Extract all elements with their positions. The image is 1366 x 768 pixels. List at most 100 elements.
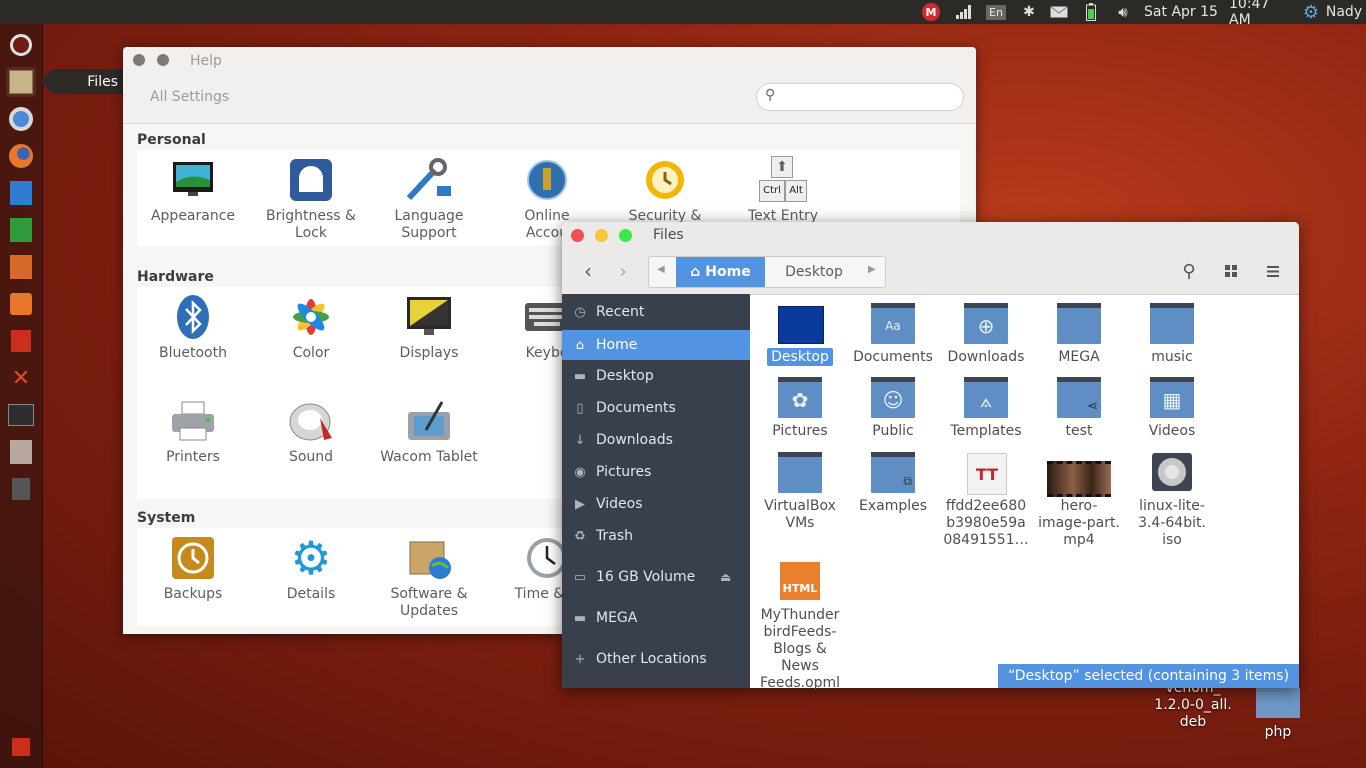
- wacom-tablet-item[interactable]: Wacom Tablet: [374, 397, 484, 466]
- window-title: Files: [653, 227, 684, 243]
- files-titlebar: Files: [562, 222, 1299, 248]
- user-name[interactable]: Nady: [1324, 3, 1364, 21]
- keyboard-layout-icon[interactable]: En: [985, 3, 1007, 21]
- sidebar-item-other-locations[interactable]: + Other Locations: [562, 644, 750, 674]
- item-examples[interactable]: ⧉ Examples: [848, 451, 938, 515]
- font-file-icon: TT: [967, 453, 1007, 495]
- details-item[interactable]: ⚙ Details: [256, 534, 366, 603]
- brightness-lock-item[interactable]: Brightness & Lock: [256, 156, 366, 242]
- sidebar-item-home[interactable]: ⌂ Home: [562, 330, 750, 360]
- backup-clock-icon: [169, 534, 217, 582]
- menu-button[interactable]: [1260, 258, 1286, 284]
- item-music[interactable]: music: [1127, 302, 1217, 366]
- item-test[interactable]: ⋖ test: [1034, 376, 1124, 440]
- mega-icon[interactable]: M: [921, 3, 941, 21]
- close-button[interactable]: [133, 54, 145, 66]
- printers-item[interactable]: Printers: [138, 397, 248, 466]
- item-pictures[interactable]: ✿ Pictures: [755, 376, 845, 440]
- bluetooth-item[interactable]: Bluetooth: [138, 293, 248, 362]
- displays-item[interactable]: Displays: [374, 293, 484, 362]
- sidebar-item-trash[interactable]: ♻ Trash: [562, 521, 750, 551]
- item-virtualbox-vms[interactable]: VirtualBox VMs: [755, 451, 845, 532]
- item-label: test: [1065, 423, 1093, 439]
- crumb-right-arrow[interactable]: ▶: [868, 264, 876, 275]
- usb-device-icon[interactable]: [6, 474, 36, 504]
- text-entry-item[interactable]: ⬆ Ctrl Alt Text Entry: [728, 156, 838, 225]
- security-privacy-item[interactable]: Security &: [610, 156, 720, 225]
- volume-icon[interactable]: 🔊︎: [1112, 3, 1134, 21]
- item-font-file[interactable]: TT ffdd2ee680 b3980e59a 08491551…: [941, 451, 1031, 549]
- back-button[interactable]: ‹: [575, 258, 601, 284]
- sidebar-item-16gb-volume[interactable]: ▭ 16 GB Volume ⏏: [562, 562, 750, 592]
- crumb-desktop[interactable]: Desktop: [769, 257, 859, 287]
- item-thunderbird-feeds[interactable]: HTML MyThunder birdFeeds- Blogs & News F…: [755, 560, 845, 692]
- terminal-icon[interactable]: [6, 400, 36, 430]
- software-center-icon[interactable]: [6, 289, 36, 319]
- trash-icon[interactable]: [6, 326, 36, 356]
- bluetooth-icon[interactable]: ✱: [1020, 3, 1038, 21]
- ubuntu-dash-icon[interactable]: [6, 30, 36, 60]
- item-linux-lite-iso[interactable]: linux-lite- 3.4-64bit. iso: [1127, 451, 1217, 549]
- alt-key-label: Alt: [785, 180, 807, 202]
- mail-icon[interactable]: [1049, 3, 1069, 21]
- eject-icon[interactable]: ⏏: [720, 570, 731, 584]
- minimize-button[interactable]: [595, 229, 608, 242]
- sidebar-item-videos[interactable]: ▶ Videos: [562, 489, 750, 519]
- clock-time[interactable]: 10:47 AM: [1229, 0, 1293, 28]
- battery-icon[interactable]: [1084, 3, 1098, 21]
- item-downloads[interactable]: ⊕ Downloads: [941, 302, 1031, 366]
- item-label: Brightness &: [266, 208, 356, 224]
- folder-icon: [1150, 303, 1194, 344]
- signal-icon[interactable]: [955, 3, 973, 21]
- software-updates-item[interactable]: Software & Updates: [374, 534, 484, 620]
- backups-item[interactable]: Backups: [138, 534, 248, 603]
- sidebar-item-mega[interactable]: ▬ MEGA: [562, 603, 750, 633]
- gear-icon[interactable]: ⚙: [1301, 2, 1321, 23]
- sidebar-item-pictures[interactable]: ◉ Pictures: [562, 457, 750, 487]
- minimize-button[interactable]: [157, 54, 169, 66]
- search-button[interactable]: ⚲: [1176, 258, 1202, 284]
- item-label: music: [1151, 349, 1193, 365]
- color-item[interactable]: Color: [256, 293, 366, 362]
- item-videos[interactable]: ▦ Videos: [1127, 376, 1217, 440]
- firefox-icon[interactable]: [6, 141, 36, 171]
- camera-icon: ◉: [574, 464, 586, 480]
- item-desktop[interactable]: Desktop: [755, 302, 845, 366]
- chromium-icon[interactable]: [6, 104, 36, 134]
- clock-date[interactable]: Sat Apr 15: [1144, 3, 1218, 21]
- forward-button[interactable]: ›: [610, 258, 636, 284]
- all-settings-button[interactable]: All Settings: [150, 89, 229, 105]
- system-monitor-icon[interactable]: [6, 437, 36, 467]
- system-tools-icon[interactable]: ✕: [6, 363, 36, 393]
- drive-icon: ▭: [573, 569, 587, 585]
- sidebar-item-downloads[interactable]: ↓ Downloads: [562, 425, 750, 455]
- sidebar-item-desktop[interactable]: ▬ Desktop: [562, 361, 750, 391]
- item-documents[interactable]: Aa Documents: [848, 302, 938, 366]
- sound-item[interactable]: Sound: [256, 397, 366, 466]
- launcher-trash-icon[interactable]: [6, 732, 36, 762]
- item-public[interactable]: ☺ Public: [848, 376, 938, 440]
- pictures-folder-icon: ✿: [778, 377, 822, 418]
- appearance-item[interactable]: Appearance: [138, 156, 248, 225]
- sidebar-item-recent[interactable]: ◷ Recent: [562, 297, 750, 327]
- item-label: Software &: [390, 586, 468, 602]
- desktop-php-folder[interactable]: [1256, 688, 1300, 718]
- settings-search-input[interactable]: ⚲: [756, 83, 964, 111]
- folder-icon: ▬: [573, 368, 587, 384]
- item-templates[interactable]: ⟑ Templates: [941, 376, 1031, 440]
- printer-icon: [169, 397, 217, 445]
- close-button[interactable]: [571, 229, 584, 242]
- item-mega[interactable]: MEGA: [1034, 302, 1124, 366]
- maximize-button[interactable]: [619, 229, 632, 242]
- writer-icon[interactable]: [6, 178, 36, 208]
- calc-icon[interactable]: [6, 215, 36, 245]
- crumb-home[interactable]: ⌂ Home: [676, 257, 765, 287]
- language-support-item[interactable]: Language Support: [374, 156, 484, 242]
- menu-help[interactable]: Help: [190, 53, 222, 69]
- view-grid-button[interactable]: [1218, 258, 1244, 284]
- impress-icon[interactable]: [6, 252, 36, 282]
- files-icon[interactable]: [6, 67, 36, 97]
- item-hero-video[interactable]: hero- image-part. mp4: [1034, 451, 1124, 549]
- sidebar-item-documents[interactable]: ▯ Documents: [562, 393, 750, 423]
- crumb-left-arrow[interactable]: ◀: [657, 264, 665, 275]
